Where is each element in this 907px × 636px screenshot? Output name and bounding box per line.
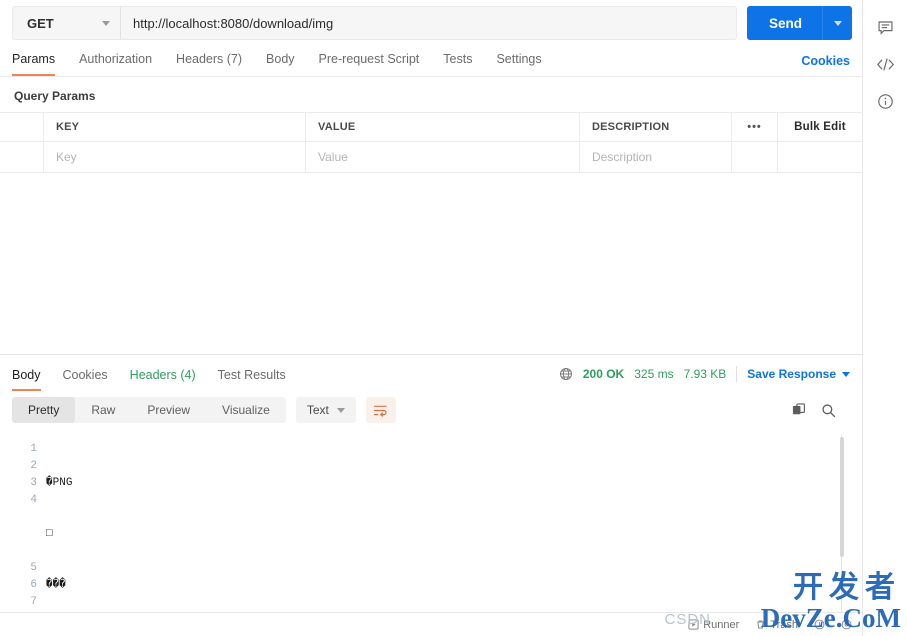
- view-raw[interactable]: Raw: [75, 397, 131, 423]
- response-type-selector[interactable]: Text: [295, 397, 356, 423]
- response-tab-cookies[interactable]: Cookies: [63, 360, 108, 391]
- row-value-input[interactable]: Value: [306, 142, 580, 172]
- response-tab-headers-label: Headers (4): [129, 367, 196, 382]
- tab-headers[interactable]: Headers (7): [176, 52, 242, 76]
- postman-window: GET Send Params Authorization Headers (7…: [0, 0, 907, 636]
- row-key-input[interactable]: Key: [44, 142, 306, 172]
- response-tab-test-results[interactable]: Test Results: [218, 360, 286, 391]
- http-method-label: GET: [27, 15, 54, 31]
- line-number: 6: [30, 579, 37, 591]
- response-tab-body[interactable]: Body: [12, 360, 41, 391]
- globe-icon: [559, 367, 573, 381]
- tab-tests[interactable]: Tests: [443, 52, 472, 76]
- status-bar-right: Runner Trash: [688, 619, 852, 631]
- cookies-link[interactable]: Cookies: [801, 54, 850, 76]
- search-icon[interactable]: [821, 403, 836, 418]
- send-button-group: Send: [746, 6, 852, 40]
- response-tab-headers[interactable]: Headers (4): [130, 360, 196, 391]
- line-number: 5: [30, 562, 37, 574]
- chevron-down-icon: [102, 20, 110, 26]
- copy-icon[interactable]: [792, 402, 807, 418]
- tab-settings[interactable]: Settings: [496, 52, 541, 76]
- main-column: GET Send Params Authorization Headers (7…: [0, 0, 862, 636]
- line-number: 7: [30, 596, 37, 608]
- trash-label: Trash: [770, 618, 798, 631]
- line-number: 4: [30, 494, 37, 506]
- trash-button[interactable]: Trash: [755, 619, 798, 631]
- response-tab-bar: Body Cookies Headers (4) Test Results 20…: [0, 359, 862, 391]
- line-number: 2: [30, 460, 37, 472]
- watermark-csdn: CSDN: [664, 611, 711, 628]
- response-body-code[interactable]: �PNG □ ��� IHDR��������X□□���r□�Y���□sRG…: [46, 431, 862, 612]
- response-size: 7.93 KB: [683, 367, 727, 381]
- status-bar: Runner Trash: [0, 612, 862, 636]
- view-pretty[interactable]: Pretty: [12, 397, 76, 423]
- query-params-title: Query Params: [14, 89, 96, 103]
- row-description-input[interactable]: Description: [580, 142, 732, 172]
- response-view-switch: Pretty Raw Preview Visualize: [12, 397, 286, 423]
- http-method-selector[interactable]: GET: [12, 6, 120, 40]
- help-icon[interactable]: [814, 619, 825, 630]
- request-url-bar: GET Send: [0, 0, 862, 46]
- settings-icon[interactable]: [841, 619, 852, 630]
- header-description: DESCRIPTION: [580, 113, 732, 141]
- view-visualize[interactable]: Visualize: [206, 397, 286, 423]
- view-preview[interactable]: Preview: [131, 397, 206, 423]
- comment-icon[interactable]: [869, 11, 901, 43]
- response-meta: 200 OK 325 ms 7.93 KB Save Response: [559, 366, 850, 384]
- table-header-row: KEY VALUE DESCRIPTION ••• Bulk Edit: [0, 112, 862, 141]
- line-number: 1: [30, 443, 37, 455]
- ellipsis-icon[interactable]: •••: [732, 113, 778, 141]
- meta-divider: [736, 366, 738, 382]
- line-number: 3: [30, 477, 37, 489]
- row-spacer-dots: [732, 142, 778, 172]
- vertical-scrollbar-thumb[interactable]: [840, 437, 844, 557]
- request-url-input[interactable]: [120, 6, 737, 40]
- response-type-label: Text: [306, 403, 329, 417]
- response-time: 325 ms: [634, 367, 674, 381]
- table-row[interactable]: Key Value Description: [0, 141, 862, 173]
- send-options-button[interactable]: [822, 6, 852, 40]
- tab-params[interactable]: Params: [12, 52, 56, 76]
- chevron-down-icon: [833, 20, 842, 26]
- code-line: �PNG: [46, 477, 73, 489]
- response-format-toolbar: Pretty Raw Preview Visualize Text: [0, 391, 862, 431]
- response-body-viewer[interactable]: 1 2 3 4 5 6 7 �PNG □ ��� IHDR��������X□□…: [0, 431, 862, 612]
- header-key: KEY: [44, 113, 306, 141]
- line-number-gutter: 1 2 3 4 5 6 7: [0, 431, 46, 612]
- right-sidebar: [862, 0, 907, 636]
- request-response-divider: [0, 354, 862, 355]
- code-icon[interactable]: [869, 48, 901, 80]
- tab-body[interactable]: Body: [266, 52, 295, 76]
- word-wrap-icon[interactable]: [365, 397, 396, 423]
- bulk-edit-label: Bulk Edit: [794, 121, 846, 133]
- status-badge: 200 OK: [582, 367, 625, 381]
- tab-pre-request-script[interactable]: Pre-request Script: [319, 52, 420, 76]
- response-action-icons: [792, 402, 850, 418]
- chevron-down-icon[interactable]: [842, 371, 850, 377]
- chevron-down-icon: [336, 407, 345, 413]
- send-button[interactable]: Send: [746, 6, 822, 40]
- row-spacer-bulk: [778, 142, 862, 172]
- query-params-table: KEY VALUE DESCRIPTION ••• Bulk Edit Key …: [0, 112, 862, 173]
- bulk-edit-button[interactable]: Bulk Edit: [778, 113, 862, 141]
- info-icon[interactable]: [869, 85, 901, 117]
- request-tab-bar: Params Authorization Headers (7) Body Pr…: [0, 46, 862, 76]
- header-value: VALUE: [306, 113, 580, 141]
- row-checkbox-cell[interactable]: [0, 142, 44, 172]
- code-line: ���: [46, 579, 66, 591]
- header-checkbox-cell: [0, 113, 44, 141]
- query-params-empty-area: [0, 173, 862, 354]
- tab-authorization[interactable]: Authorization: [79, 52, 152, 76]
- code-line: □: [46, 528, 53, 540]
- save-response-button[interactable]: Save Response: [747, 367, 836, 381]
